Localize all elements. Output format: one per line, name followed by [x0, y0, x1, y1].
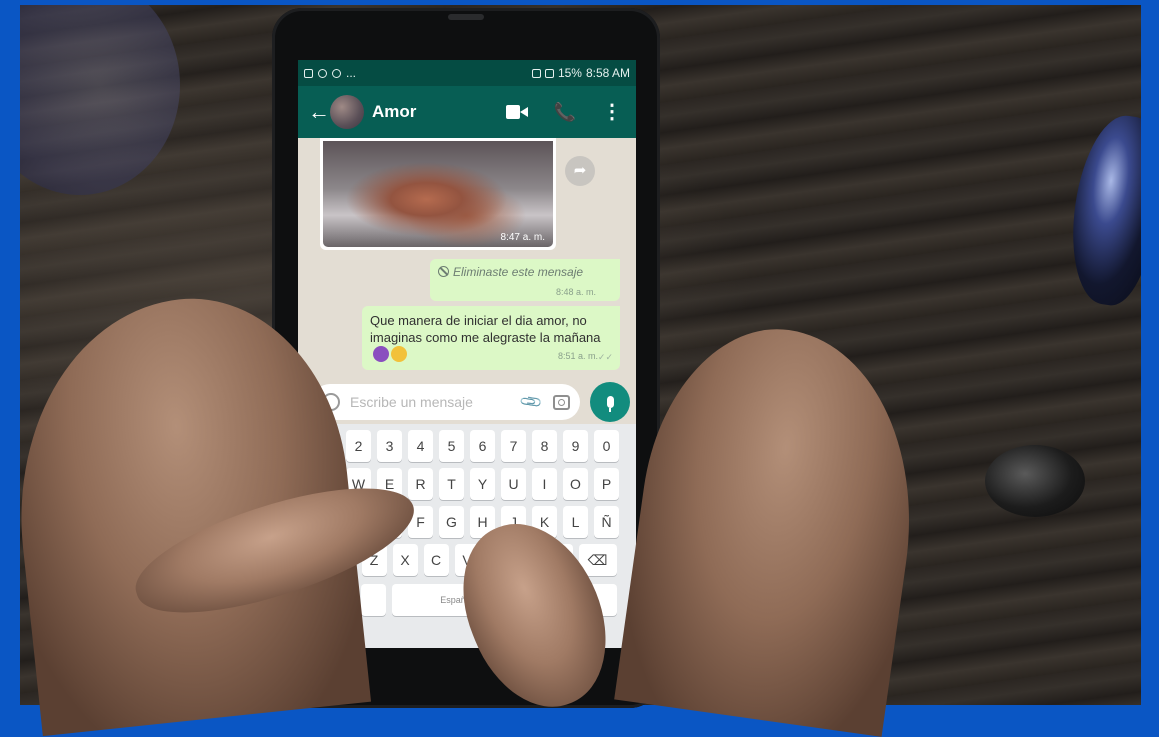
- key[interactable]: R: [408, 468, 433, 500]
- status-left: ...: [304, 66, 356, 80]
- key[interactable]: 7: [501, 430, 526, 462]
- status-bar: ... 15% 8:58 AM: [298, 60, 636, 86]
- glass-bowl: [20, 5, 180, 195]
- signal-icon: [544, 68, 554, 78]
- key[interactable]: 8: [532, 430, 557, 462]
- clock: 8:58 AM: [585, 66, 630, 80]
- forward-icon[interactable]: ➦: [565, 156, 595, 186]
- back-arrow-icon[interactable]: ←: [308, 99, 330, 125]
- key[interactable]: 0: [594, 430, 619, 462]
- whatsapp-notification-icon: [332, 68, 341, 78]
- key[interactable]: 9: [563, 430, 588, 462]
- keyboard-number-row: 1 2 3 4 5 6 7 8 9 0: [298, 430, 636, 462]
- key[interactable]: 2: [346, 430, 371, 462]
- key[interactable]: 4: [408, 430, 433, 462]
- mail-notification-icon: [304, 68, 313, 78]
- contact-name[interactable]: Amor: [372, 102, 506, 122]
- key[interactable]: U: [501, 468, 526, 500]
- image-thumbnail[interactable]: 8:47 a. m.: [323, 141, 553, 247]
- key[interactable]: 6: [470, 430, 495, 462]
- key[interactable]: I: [532, 468, 557, 500]
- key[interactable]: C: [423, 544, 449, 576]
- message-text: Que manera de iniciar el dia amor, no im…: [370, 313, 601, 345]
- chat-header: ← Amor 📞 ⋮: [298, 86, 636, 138]
- round-object: [985, 445, 1085, 517]
- laughing-emoji: [391, 346, 407, 362]
- key[interactable]: 5: [439, 430, 464, 462]
- sunglasses: [1062, 110, 1141, 310]
- key[interactable]: O: [563, 468, 588, 500]
- attach-icon[interactable]: 📎: [519, 389, 544, 415]
- key[interactable]: Ñ: [594, 506, 619, 538]
- header-actions: 📞 ⋮: [505, 102, 622, 123]
- battery-percent: 15%: [557, 66, 582, 80]
- status-more: ...: [346, 66, 357, 80]
- video-icon[interactable]: [505, 105, 528, 119]
- composer: Escribe un mensaje 📎: [298, 378, 636, 424]
- contact-avatar[interactable]: [330, 95, 364, 129]
- key[interactable]: 3: [377, 430, 402, 462]
- key[interactable]: G: [439, 506, 464, 538]
- key[interactable]: T: [439, 468, 464, 500]
- camera-icon[interactable]: [553, 394, 570, 410]
- blocked-notification-icon: [318, 68, 327, 78]
- mic-icon: [606, 396, 614, 412]
- image-message[interactable]: 8:47 a. m.: [320, 138, 556, 250]
- deleted-time: 8:48 a. m.: [555, 287, 596, 297]
- key[interactable]: P: [594, 468, 619, 500]
- voice-input-key[interactable]: [361, 584, 386, 616]
- smiling-devil-emoji: [373, 346, 389, 362]
- image-time: 8:47 a. m.: [500, 232, 545, 243]
- message-input[interactable]: Escribe un mensaje 📎: [312, 384, 580, 420]
- alarm-icon: [531, 68, 541, 78]
- key[interactable]: Y: [470, 468, 495, 500]
- chat-area: 8:47 a. m. ➦ Eliminaste este mensaje 8:4…: [298, 138, 636, 390]
- input-placeholder[interactable]: Escribe un mensaje: [350, 394, 522, 410]
- call-icon[interactable]: 📞: [554, 102, 576, 123]
- phone-speaker: [448, 14, 484, 20]
- deleted-text: Eliminaste este mensaje: [453, 265, 584, 279]
- text-message[interactable]: Que manera de iniciar el dia amor, no im…: [362, 306, 620, 370]
- status-right: 15% 8:58 AM: [531, 66, 630, 80]
- mic-button[interactable]: [590, 382, 630, 422]
- key[interactable]: X: [392, 544, 418, 576]
- message-time: 8:51 a. m.: [557, 351, 598, 361]
- deleted-message[interactable]: Eliminaste este mensaje 8:48 a. m.: [430, 259, 620, 301]
- deleted-icon: [438, 266, 449, 277]
- more-icon[interactable]: ⋮: [602, 102, 622, 122]
- key[interactable]: L: [563, 506, 588, 538]
- read-ticks: ✓✓: [597, 352, 613, 362]
